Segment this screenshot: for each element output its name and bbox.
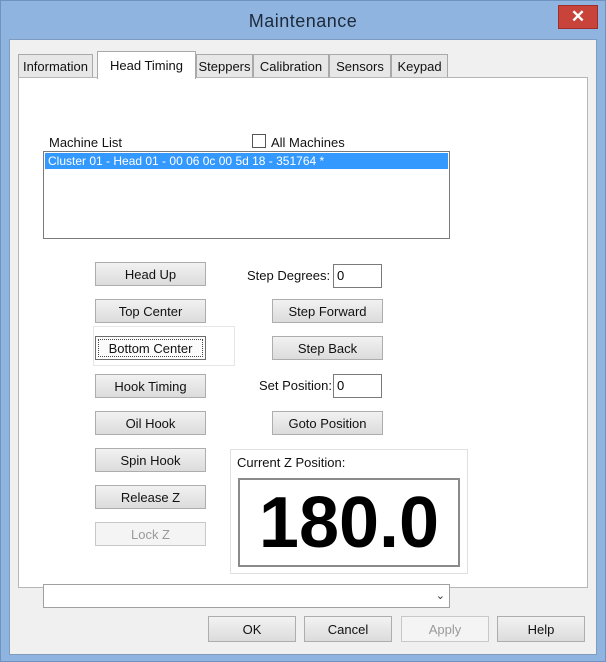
tab-sensors[interactable]: Sensors [329,54,391,78]
lock-z-button[interactable]: Lock Z [95,522,206,546]
spin-hook-button[interactable]: Spin Hook [95,448,206,472]
oil-hook-button[interactable]: Oil Hook [95,411,206,435]
help-button[interactable]: Help [497,616,585,642]
head-up-button[interactable]: Head Up [95,262,206,286]
set-position-label: Set Position: [259,378,332,393]
machine-listbox[interactable]: Cluster 01 - Head 01 - 00 06 0c 00 5d 18… [43,151,450,239]
top-center-button[interactable]: Top Center [95,299,206,323]
window-title: Maintenance [248,11,358,31]
title-bar[interactable]: Maintenance ✕ [1,1,605,41]
close-icon: ✕ [570,7,586,26]
dialog-client-area: Information Head Timing Steppers Calibra… [9,39,597,655]
z-position-display: 180.0 [238,478,460,567]
release-z-button[interactable]: Release Z [95,485,206,509]
head-timing-panel: Machine List All Machines Cluster 01 - H… [18,77,588,608]
status-dropdown[interactable]: ⌄ [43,584,450,608]
tab-calibration[interactable]: Calibration [253,54,329,78]
tab-steppers[interactable]: Steppers [196,54,253,78]
close-button[interactable]: ✕ [558,5,598,29]
machine-list-label: Machine List [49,135,122,150]
ok-button[interactable]: OK [208,616,296,642]
list-item[interactable]: Cluster 01 - Head 01 - 00 06 0c 00 5d 18… [45,153,448,169]
hook-timing-button[interactable]: Hook Timing [95,374,206,398]
chevron-down-icon[interactable]: ⌄ [436,589,445,602]
all-machines-label: All Machines [271,135,345,150]
all-machines-checkbox[interactable] [252,134,266,148]
goto-position-button[interactable]: Goto Position [272,411,383,435]
step-degrees-input[interactable]: 0 [333,264,382,288]
bottom-center-button[interactable]: Bottom Center [95,336,206,360]
cancel-button[interactable]: Cancel [304,616,392,642]
z-position-group: Current Z Position: 180.0 [230,449,468,574]
tab-information[interactable]: Information [18,54,93,78]
apply-button[interactable]: Apply [401,616,489,642]
step-forward-button[interactable]: Step Forward [272,299,383,323]
tab-keypad[interactable]: Keypad [391,54,448,78]
step-degrees-label: Step Degrees: [247,268,331,283]
z-position-label: Current Z Position: [237,455,346,470]
step-back-button[interactable]: Step Back [272,336,383,360]
tab-head-timing[interactable]: Head Timing [97,51,196,79]
maintenance-window: Maintenance ✕ Information Head Timing St… [0,0,606,662]
set-position-input[interactable]: 0 [333,374,382,398]
